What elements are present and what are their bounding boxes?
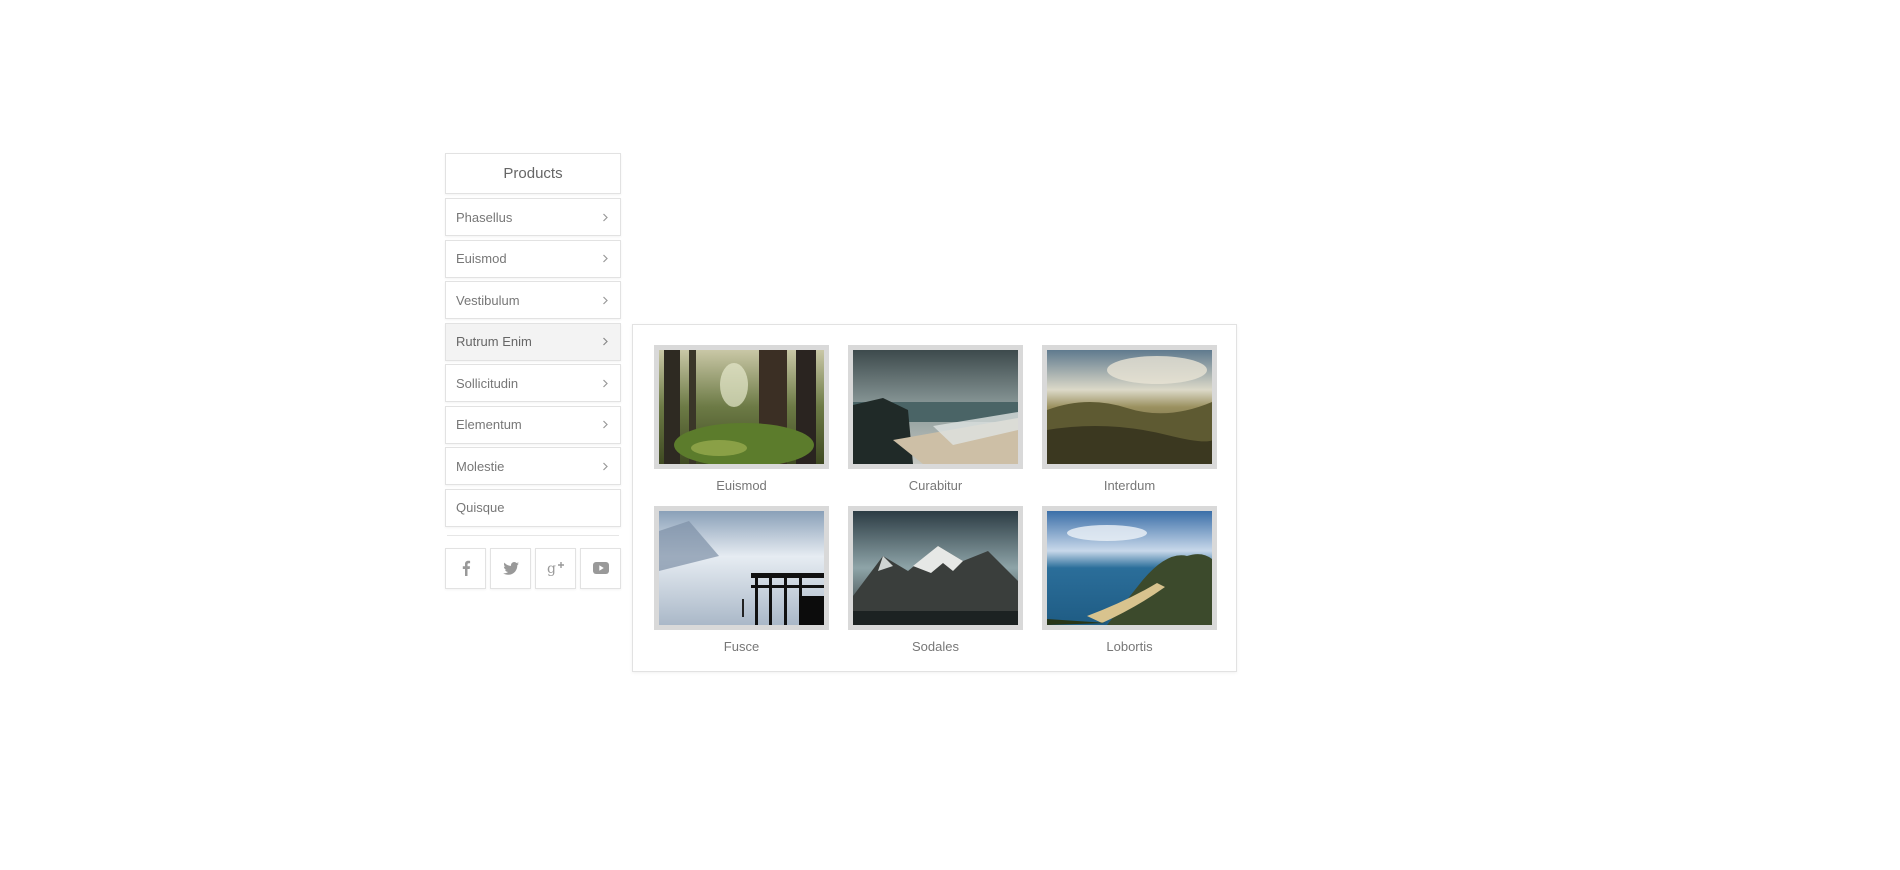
misty-pier-photo — [654, 506, 829, 630]
menu-item-euismod[interactable]: Euismod — [445, 239, 621, 278]
menu-item-label: Quisque — [456, 500, 505, 515]
gallery-card[interactable]: Sodales — [848, 506, 1023, 667]
google-plus-icon: g — [547, 560, 565, 576]
menu-item-elementum[interactable]: Elementum — [445, 405, 621, 444]
gallery-card[interactable]: Fusce — [654, 506, 829, 667]
chevron-right-icon — [599, 377, 611, 389]
twitter-button[interactable] — [490, 547, 531, 589]
facebook-icon — [461, 560, 471, 576]
twitter-icon — [502, 561, 519, 575]
menu-item-sollicitudin[interactable]: Sollicitudin — [445, 364, 621, 402]
card-caption: Interdum — [1103, 478, 1156, 493]
facebook-button[interactable] — [445, 547, 486, 589]
card-caption: Fusce — [723, 639, 760, 654]
card-caption: Lobortis — [1106, 639, 1153, 654]
gallery-card[interactable]: Lobortis — [1042, 506, 1217, 667]
products-sidebar: Products Phasellus Euismod Vestibulum Ru… — [445, 153, 621, 589]
beach-cliffs-photo — [848, 345, 1023, 469]
menu-item-label: Vestibulum — [456, 292, 520, 308]
gallery-card[interactable]: Euismod — [654, 345, 829, 506]
sidebar-divider — [447, 534, 619, 536]
menu-item-label: Rutrum Enim — [456, 334, 532, 349]
card-caption: Euismod — [716, 478, 767, 493]
menu-item-rutrum-enim[interactable]: Rutrum Enim — [445, 322, 621, 361]
menu-item-vestibulum[interactable]: Vestibulum — [445, 281, 621, 319]
menu-item-label: Molestie — [456, 458, 505, 474]
social-links: g — [445, 547, 621, 589]
chevron-right-icon — [599, 294, 611, 306]
chevron-right-icon — [599, 211, 611, 223]
image-grid: Euismod Curabitur Interdum Fusce Sodales… — [654, 345, 1217, 667]
gallery-card[interactable]: Curabitur — [848, 345, 1023, 506]
menu-item-label: Phasellus — [456, 209, 513, 225]
card-caption: Curabitur — [908, 478, 963, 493]
coastline-photo — [1042, 506, 1217, 630]
gallery-card[interactable]: Interdum — [1042, 345, 1217, 506]
snowy-mountain-photo — [848, 506, 1023, 630]
chevron-right-icon — [599, 336, 611, 348]
youtube-icon — [592, 562, 609, 574]
menu-item-label: Sollicitudin — [456, 375, 519, 391]
sidebar-header: Products — [445, 153, 621, 194]
hills-landscape-photo — [1042, 345, 1217, 469]
youtube-button[interactable] — [580, 547, 621, 589]
google-plus-button[interactable]: g — [535, 547, 576, 589]
chevron-right-icon — [599, 253, 611, 265]
menu-item-phasellus[interactable]: Phasellus — [445, 198, 621, 236]
svg-text:g: g — [547, 561, 556, 576]
chevron-right-icon — [599, 419, 611, 431]
menu-item-label: Elementum — [456, 417, 522, 432]
card-caption: Sodales — [912, 639, 959, 654]
rutrum-enim-flyout: Euismod Curabitur Interdum Fusce Sodales… — [632, 324, 1237, 672]
menu-item-label: Euismod — [456, 251, 507, 266]
chevron-right-icon — [599, 460, 611, 472]
forest-photo — [654, 345, 829, 469]
menu-item-quisque[interactable]: Quisque — [445, 488, 621, 527]
page: Products Phasellus Euismod Vestibulum Ru… — [0, 0, 1900, 870]
menu-item-molestie[interactable]: Molestie — [445, 447, 621, 485]
